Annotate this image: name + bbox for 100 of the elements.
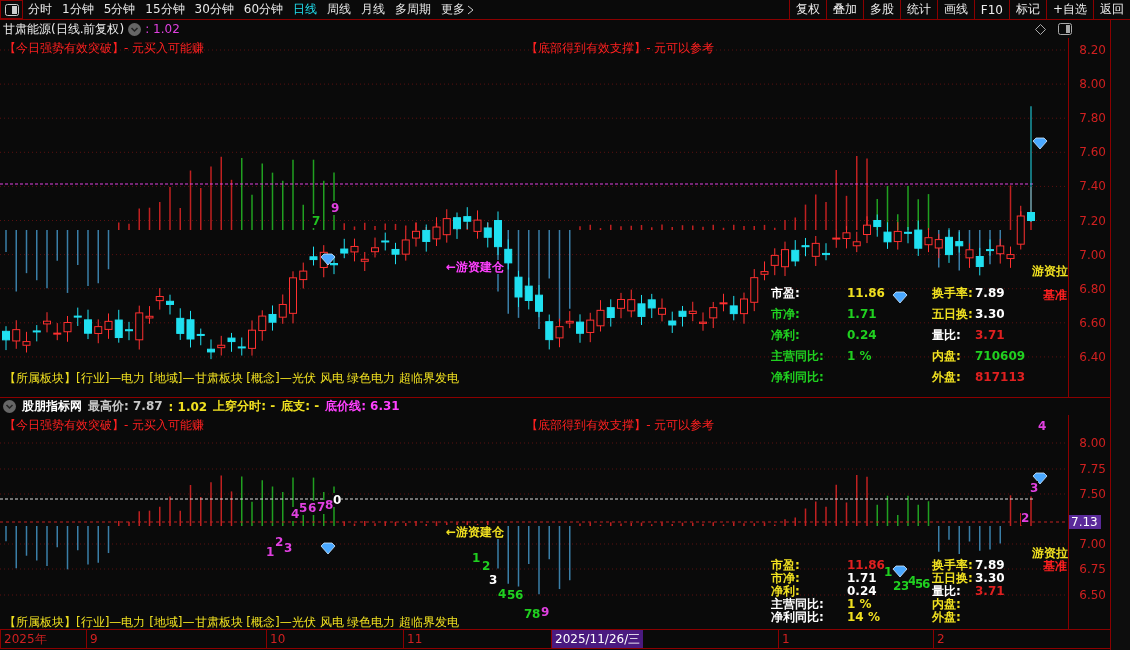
toolbar-button[interactable]: 叠加 xyxy=(825,0,863,19)
toolbar-button[interactable]: +自选 xyxy=(1045,0,1093,19)
chart-label: 5 xyxy=(299,501,308,515)
stat-label: 外盘: xyxy=(932,611,961,624)
chart-label: 基准 xyxy=(1043,288,1067,302)
stat-label: 五日换: xyxy=(932,572,973,585)
time-label: 11 xyxy=(403,630,426,648)
time-label: 9 xyxy=(86,630,101,648)
chart-label: 5 xyxy=(507,588,516,602)
stat-label: 主营同比: xyxy=(771,598,824,611)
chart-label: 0 xyxy=(333,493,342,507)
price-tick: 6.50 xyxy=(1079,588,1106,602)
period-tab[interactable]: 15分钟 xyxy=(140,0,190,19)
chart-label: 8 xyxy=(325,498,334,512)
toolbar-button[interactable]: 标记 xyxy=(1008,0,1046,19)
stat-label: 量比: xyxy=(932,327,961,344)
period-tab[interactable]: 日线 xyxy=(288,0,323,19)
toolbar-button[interactable]: 返回 xyxy=(1093,0,1130,19)
stat-label: 市净: xyxy=(771,306,800,323)
toolbar-button[interactable]: 多股 xyxy=(862,0,900,19)
stat-value: 1 % xyxy=(847,598,872,611)
chart-label: 4 xyxy=(291,507,300,521)
stat-value: 3.30 xyxy=(975,572,1005,585)
stat-value: 3.30 xyxy=(975,306,1005,323)
period-tab[interactable]: 多周期 xyxy=(390,0,437,19)
sector-info: 【所属板块】[行业]—电力 [地域]—甘肃板块 [概念]—光伏 风电 绿色电力 超临界发电 xyxy=(4,614,460,629)
period-tab[interactable]: 30分钟 xyxy=(189,0,239,19)
chart-label: 2 xyxy=(275,535,284,549)
signal-text: 【今日强势有效突破】- 元买入可能赚 xyxy=(4,417,205,434)
stat-label: 市盈: xyxy=(771,285,800,302)
stat-value: 710609 xyxy=(975,348,1026,365)
chart-label: 2 xyxy=(893,579,902,593)
indicator-value: : 1.02 xyxy=(145,22,180,36)
time-label: 10 xyxy=(266,630,289,648)
stat-value: 1.71 xyxy=(847,572,877,585)
chart-label: 9 xyxy=(541,605,550,619)
stat-label: 净利同比: xyxy=(771,611,824,624)
stat-value: 3.71 xyxy=(975,585,1005,598)
chart-label: 6 xyxy=(515,588,524,602)
indicator-field: 股朋指标网 xyxy=(22,398,82,415)
stat-label: 内盘: xyxy=(932,598,961,611)
stat-label: 净利: xyxy=(771,585,800,598)
toolbar-button[interactable]: F10 xyxy=(973,0,1009,19)
current-price-tag: 7.13 xyxy=(1069,515,1101,529)
stat-value: 1 % xyxy=(847,348,872,365)
period-tab[interactable]: 1分钟 xyxy=(57,0,99,19)
period-tab[interactable]: 60分钟 xyxy=(238,0,289,19)
stat-label: 外盘: xyxy=(932,369,961,386)
chart-label: 1 xyxy=(472,551,481,565)
price-tick: 6.40 xyxy=(1079,349,1106,364)
chart-label: 8 xyxy=(532,607,541,621)
period-tab[interactable]: 分时 xyxy=(23,0,57,19)
chart-label: 3 xyxy=(1030,481,1039,495)
stat-value: 0.24 xyxy=(847,585,877,598)
chart-label: 7 xyxy=(312,214,321,228)
time-label: 2025/11/26/三 xyxy=(551,630,644,648)
chart-label: ←游资建仓 xyxy=(446,260,505,274)
indicator-field: : 1.02 xyxy=(168,399,208,414)
chart-label: 基准 xyxy=(1043,559,1067,573)
price-tick: 7.80 xyxy=(1079,111,1106,126)
stat-value: 14 % xyxy=(847,611,880,624)
chart-label: 4 xyxy=(498,587,507,601)
period-tab[interactable]: 周线 xyxy=(322,0,357,19)
time-label: 1 xyxy=(778,630,793,648)
stat-value: 1.71 xyxy=(847,306,877,323)
chart-label: 3 xyxy=(284,541,293,555)
chart-label: 游资拉 xyxy=(1032,264,1068,278)
chart-label: ←游资建仓 xyxy=(446,525,505,539)
chart-label: 7 xyxy=(524,607,533,621)
period-tab[interactable]: 月线 xyxy=(356,0,391,19)
period-tab[interactable]: 5分钟 xyxy=(98,0,141,19)
indicator-field: 最高价: 7.87 xyxy=(88,398,163,415)
price-tick: 8.20 xyxy=(1079,43,1106,57)
chart-label: 4 xyxy=(1038,419,1047,433)
chart-label: 3 xyxy=(489,573,498,587)
chart-label: 1 xyxy=(884,565,893,579)
stat-value: 817113 xyxy=(975,369,1026,386)
price-tick: 8.00 xyxy=(1079,436,1106,450)
stat-value: 7.89 xyxy=(975,285,1005,302)
chart-label: 9 xyxy=(331,201,340,215)
time-label: 2 xyxy=(933,630,948,648)
toolbar-button[interactable]: 画线 xyxy=(936,0,974,19)
sector-info: 【所属板块】[行业]—电力 [地域]—甘肃板块 [概念]—光伏 风电 绿色电力 超临界发电 xyxy=(4,370,460,387)
stat-value: 0.24 xyxy=(847,327,877,344)
stat-label: 净利同比: xyxy=(771,369,824,386)
price-tick: 6.60 xyxy=(1079,315,1106,330)
stat-value: 7.89 xyxy=(975,559,1005,572)
price-tick: 6.80 xyxy=(1079,281,1106,296)
toolbar-button[interactable]: 复权 xyxy=(788,0,826,19)
period-tab[interactable]: 更多 xyxy=(436,0,480,19)
price-tick: 7.75 xyxy=(1079,462,1106,476)
price-tick: 6.75 xyxy=(1079,562,1106,576)
price-tick: 7.40 xyxy=(1079,179,1106,194)
stat-label: 内盘: xyxy=(932,348,961,365)
stat-label: 净利: xyxy=(771,327,800,344)
chart-label: 6 xyxy=(308,501,317,515)
toolbar-button[interactable]: 统计 xyxy=(899,0,937,19)
stat-label: 市盈: xyxy=(771,559,800,572)
price-tick: 7.20 xyxy=(1079,213,1106,228)
time-label: 2025年 xyxy=(0,630,50,648)
